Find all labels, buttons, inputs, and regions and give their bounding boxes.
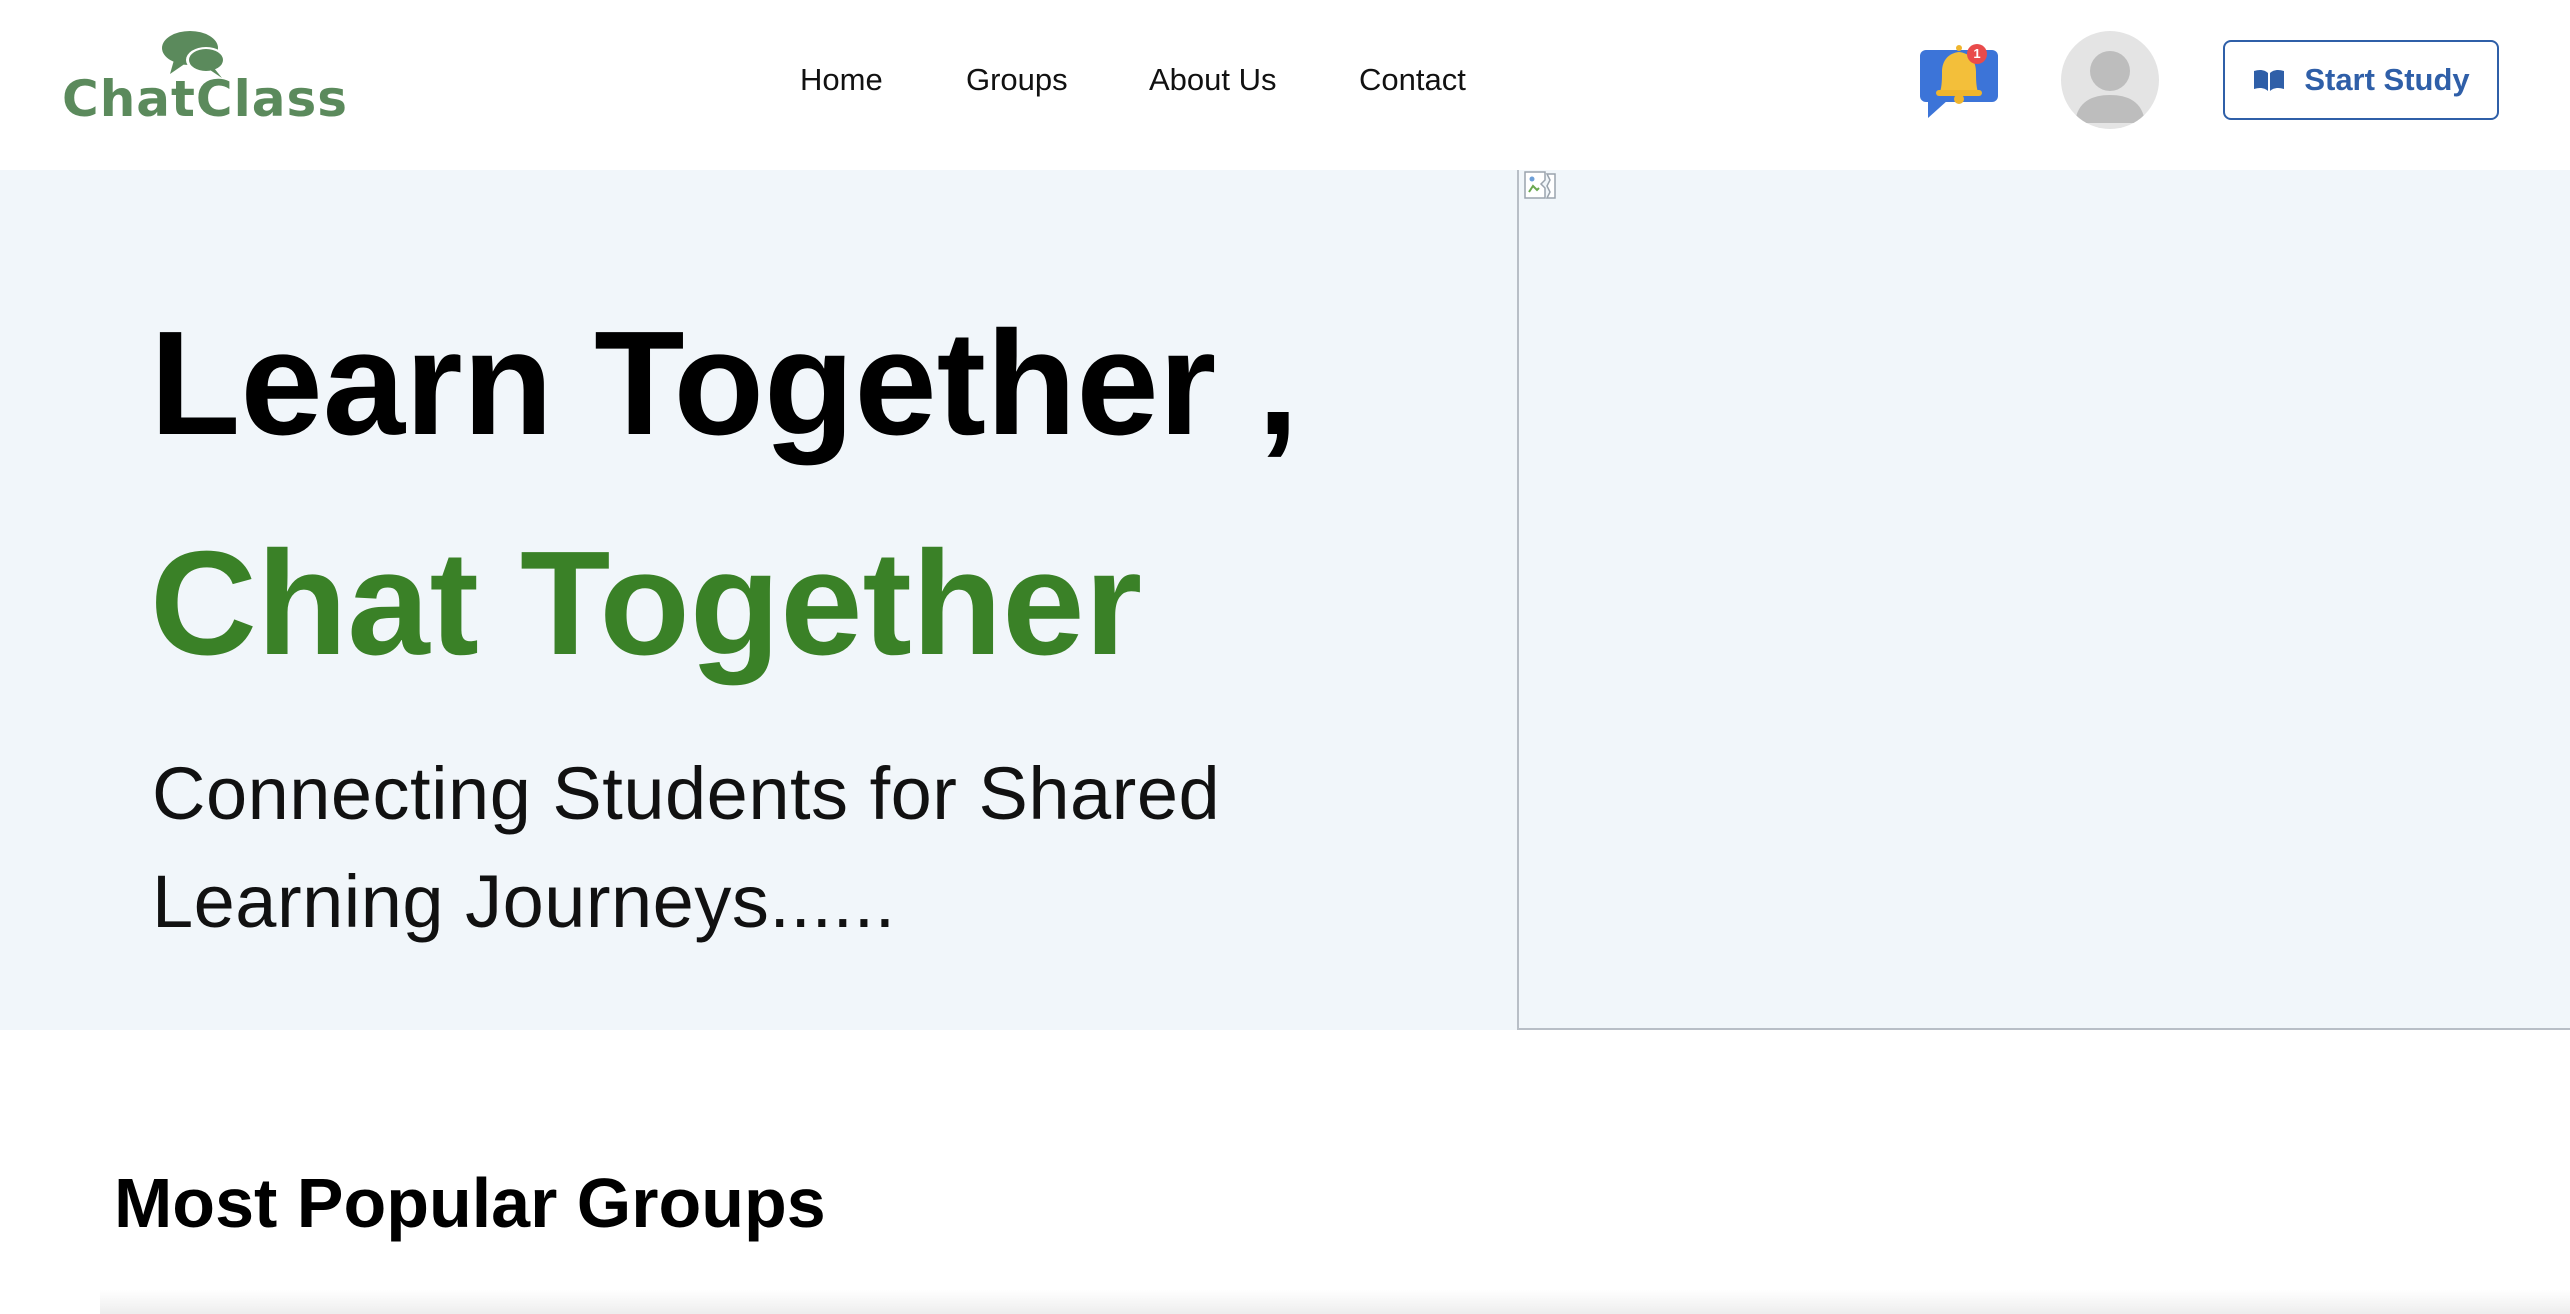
hero-image [1517, 170, 2570, 1030]
bell-chat-icon [1920, 44, 1998, 118]
notification-count-badge: 1 [1973, 46, 1981, 61]
user-avatar-icon [2075, 51, 2145, 123]
start-study-label: Start Study [2304, 62, 2470, 97]
group-cards-edge [100, 1290, 2570, 1314]
hero-title-line-2: Chat Together [150, 521, 1143, 686]
broken-image-icon [1524, 171, 1556, 199]
notifications-button[interactable]: 1 [1918, 36, 2002, 120]
nav-groups[interactable]: Groups [966, 58, 1068, 102]
site-header: ChatClass Home Groups About Us Contact 1 [0, 0, 2570, 170]
open-book-icon [2254, 69, 2285, 91]
start-study-button[interactable]: Start Study [2223, 40, 2499, 120]
user-avatar[interactable] [2061, 31, 2159, 129]
hero-title-line-1: Learn Together , [150, 301, 1299, 466]
hero-subtitle: Connecting Students for Shared Learning … [152, 752, 1221, 943]
nav-home[interactable]: Home [800, 58, 883, 102]
nav-contact[interactable]: Contact [1359, 58, 1466, 102]
popular-groups-title: Most Popular Groups [114, 1164, 826, 1242]
main-nav: Home Groups About Us Contact [0, 58, 2570, 102]
nav-about-us[interactable]: About Us [1149, 58, 1277, 102]
hero-section: Learn Together , Chat Together Connectin… [0, 170, 2570, 1030]
